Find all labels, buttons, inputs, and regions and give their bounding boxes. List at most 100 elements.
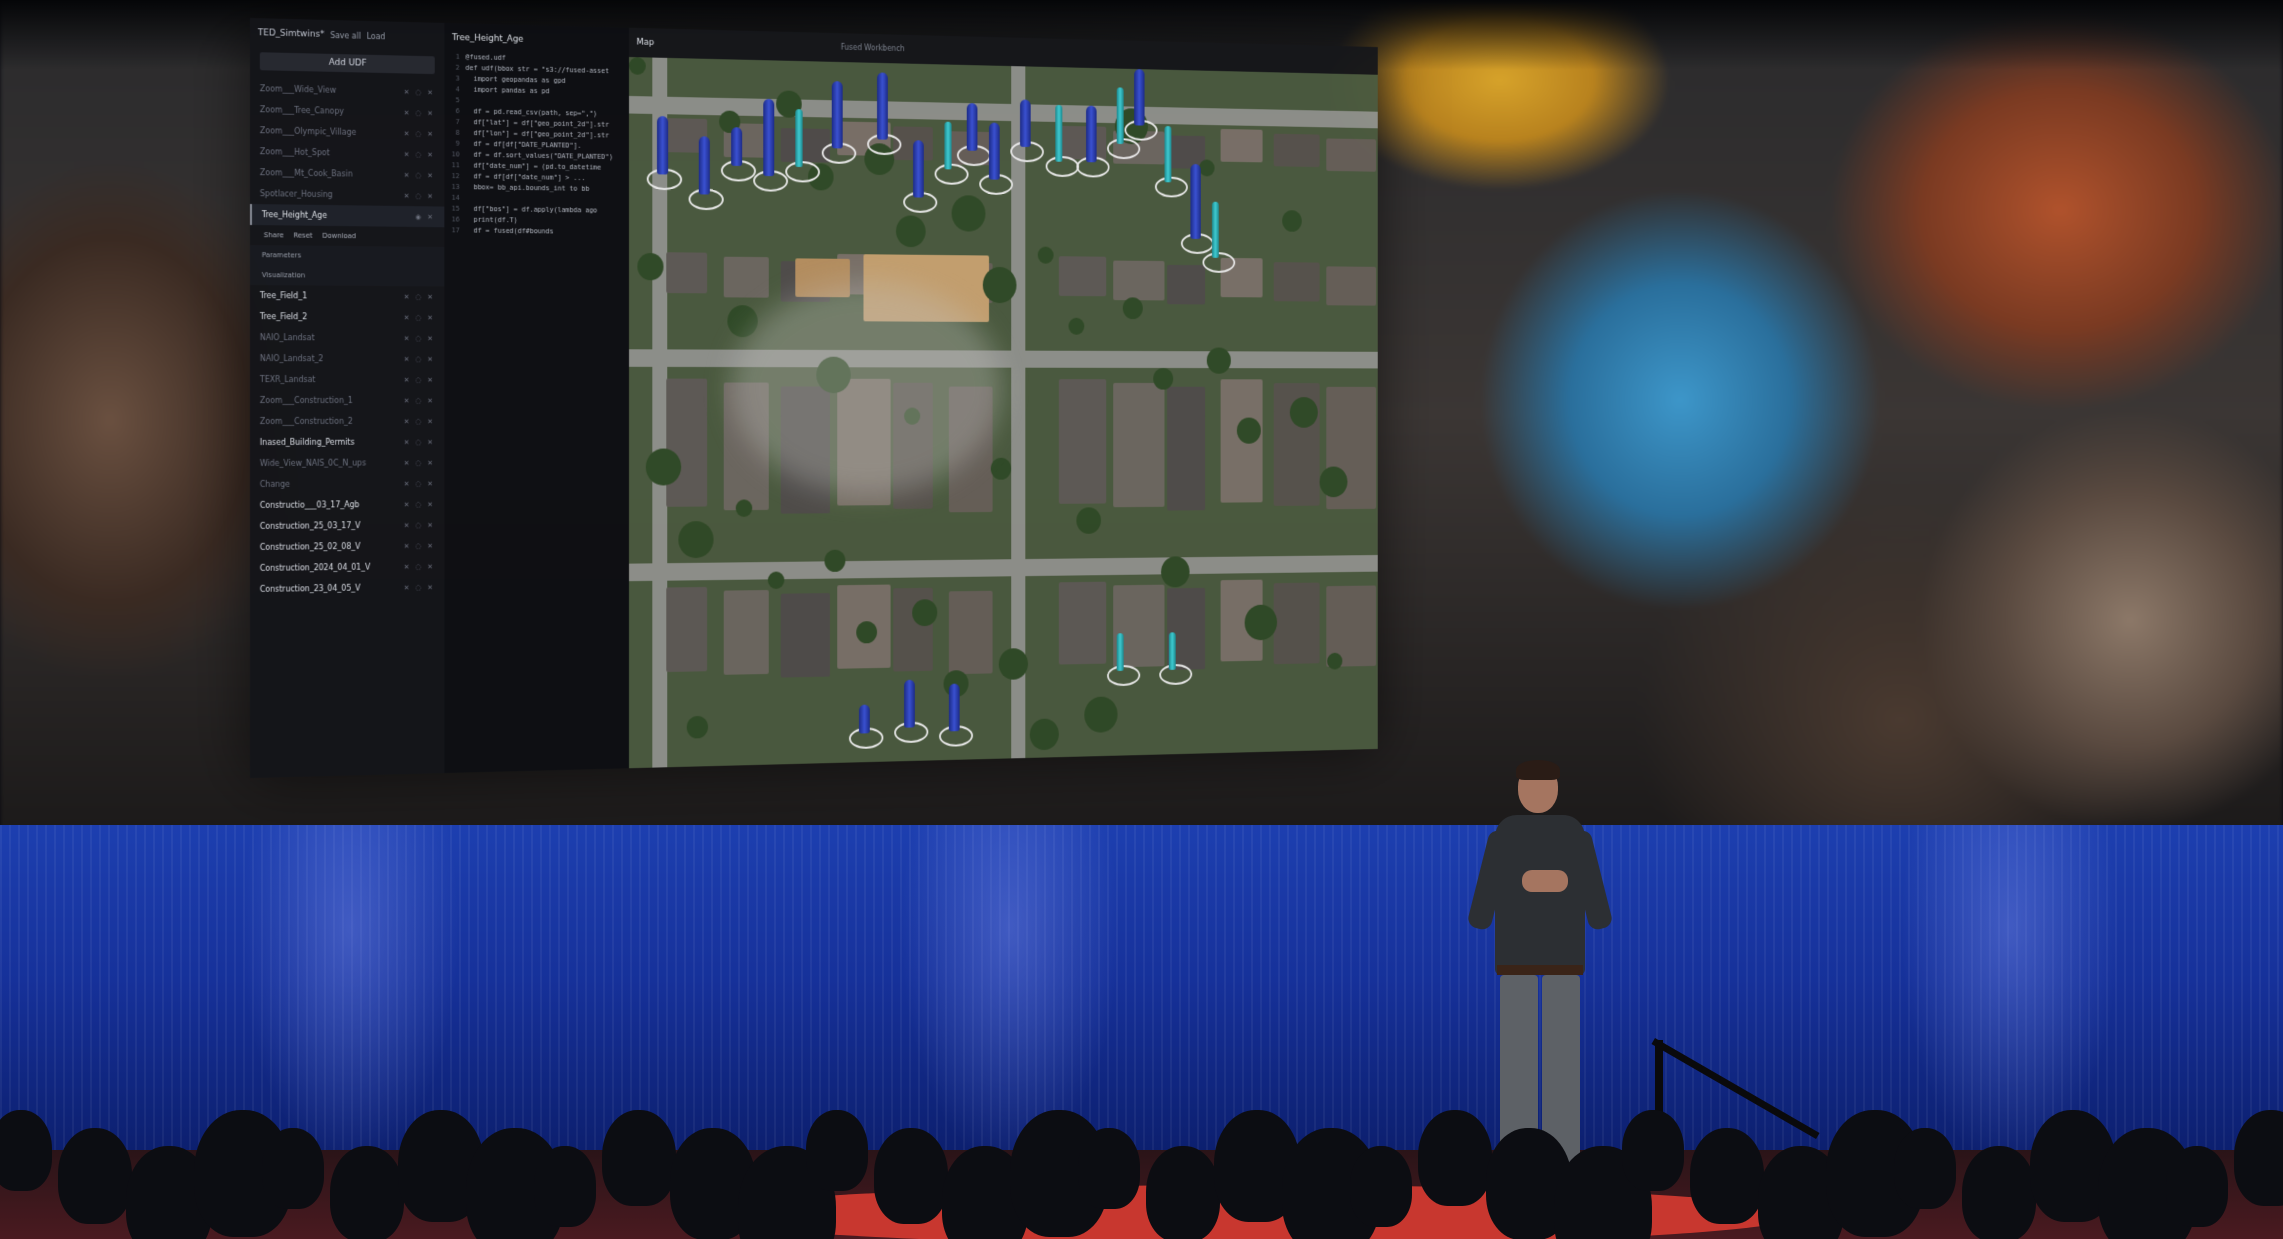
tree-height-pillar [1055, 104, 1063, 162]
tree-canopy [678, 521, 714, 559]
layer-item[interactable]: Constructio___03_17_Agb ✕ ◌ ✕ [250, 494, 444, 516]
layer-controls-icon[interactable]: ✕ ◌ ✕ [404, 355, 435, 363]
house-roof [1326, 138, 1377, 172]
tree-height-pillar [1211, 201, 1219, 258]
layer-item[interactable]: Zoom___Construction_2 ✕ ◌ ✕ [250, 411, 444, 432]
layer-item[interactable]: Spotlacer_Housing ✕ ◌ ✕ [250, 183, 444, 207]
layer-item[interactable]: Wide_View_NAIS_0C_N_ups ✕ ◌ ✕ [250, 452, 444, 474]
tree-height-pillar [763, 98, 775, 177]
layer-item[interactable]: Construction_23_04_05_V ✕ ◌ ✕ [250, 577, 444, 600]
house-roof [1273, 582, 1320, 665]
house-roof [723, 256, 769, 298]
tree-height-pillar [1116, 633, 1124, 671]
layer-controls-icon[interactable]: ✕ ◌ ✕ [404, 438, 435, 446]
house-roof [1167, 414, 1206, 511]
layer-controls-icon[interactable]: ✕ ◌ ✕ [404, 150, 435, 158]
layer-controls-icon[interactable]: ✕ ◌ ✕ [404, 521, 435, 529]
line-number: 16 [451, 215, 460, 224]
reset-button[interactable]: Reset [293, 231, 312, 239]
code-text: print(df.T) [465, 215, 518, 225]
audience-head [1418, 1110, 1492, 1207]
tree-canopy [1076, 507, 1101, 534]
layer-item[interactable]: Tree_Field_2 ✕ ◌ ✕ [250, 306, 444, 328]
layer-item[interactable]: Construction_25_03_17_V ✕ ◌ ✕ [250, 514, 444, 537]
load-button[interactable]: Load [367, 31, 386, 40]
layer-controls-icon[interactable]: ✕ ◌ ✕ [404, 542, 435, 550]
layers-top-list: Zoom___Wide_View ✕ ◌ ✕ Zoom___Tree_Canopy ✕… [250, 78, 444, 207]
audience-head [330, 1146, 404, 1239]
layer-controls-icon[interactable]: ✕ ◌ ✕ [404, 417, 435, 425]
code-editor[interactable]: Tree_Height_Age 1 @fused.udf 2 def udf(bbox… [444, 23, 630, 773]
layer-item[interactable]: NAIO_Landsat ✕ ◌ ✕ [250, 327, 444, 349]
layer-item[interactable]: TEXR_Landsat ✕ ◌ ✕ [250, 369, 444, 390]
layer-label: NAIO_Landsat [259, 333, 315, 343]
tree-canopy [824, 549, 846, 572]
layer-controls-icon[interactable]: ✕ ◌ ✕ [404, 562, 435, 570]
tree-canopy [1161, 556, 1190, 588]
projected-app-screen: TED_Simtwins* Save all Load Add UDF Zoom… [250, 18, 1378, 778]
aerial-map-view[interactable] [629, 56, 1378, 769]
tree-canopy [1206, 347, 1231, 374]
tree-canopy [629, 56, 646, 75]
house-roof [1058, 581, 1107, 665]
tree-height-pillar [966, 103, 978, 151]
line-number: 2 [455, 63, 460, 72]
code-tab-title[interactable]: Tree_Height_Age [444, 23, 629, 57]
tree-height-pillar [1190, 163, 1201, 239]
layer-label: Zoom___Construction_2 [259, 416, 353, 426]
audience-head [806, 1110, 868, 1191]
layer-item[interactable]: Construction_25_02_08_V ✕ ◌ ✕ [250, 535, 444, 558]
tree-canopy [1199, 159, 1215, 177]
layer-controls-icon[interactable]: ✕ ◌ ✕ [404, 192, 435, 200]
tree-canopy [645, 448, 682, 486]
layer-item[interactable]: Construction_2024_04_01_V ✕ ◌ ✕ [250, 556, 444, 579]
parameters-section[interactable]: Parameters [250, 245, 445, 267]
code-body: 1 @fused.udf 2 def udf(bbox str = "s3://fus… [444, 53, 629, 240]
sidebar-header: TED_Simtwins* Save all Load [250, 18, 444, 53]
line-number: 5 [455, 96, 460, 105]
save-all-button[interactable]: Save all [330, 31, 361, 41]
audience-head [602, 1110, 676, 1207]
layer-controls-icon[interactable]: ✕ ◌ ✕ [404, 459, 435, 467]
add-udf-button[interactable]: Add UDF [259, 52, 435, 75]
tree-height-pillar [831, 81, 843, 149]
layer-controls-icon[interactable]: ✕ ◌ ✕ [404, 171, 435, 179]
share-button[interactable]: Share [264, 231, 284, 239]
layer-controls-icon[interactable]: ✕ ◌ ✕ [404, 88, 435, 97]
layer-controls-icon[interactable]: ✕ ◌ ✕ [404, 479, 435, 487]
layer-controls-icon[interactable]: ✕ ◌ ✕ [404, 109, 435, 118]
layer-label: Construction_25_03_17_V [259, 521, 361, 531]
layer-controls-icon[interactable]: ✕ ◌ ✕ [404, 500, 435, 508]
tree-height-pillar [1164, 125, 1172, 183]
line-number: 7 [455, 117, 460, 126]
layer-item[interactable]: Zoom___Construction_1 ✕ ◌ ✕ [250, 390, 444, 411]
layer-controls-icon[interactable]: ✕ ◌ ✕ [404, 129, 435, 137]
layer-item[interactable]: Inased_Building_Permits ✕ ◌ ✕ [250, 432, 444, 453]
layer-item[interactable]: NAIO_Landsat_2 ✕ ◌ ✕ [250, 348, 444, 369]
layer-controls-icon[interactable]: ◉ ✕ [415, 213, 434, 221]
layer-controls-icon[interactable]: ✕ ◌ ✕ [404, 583, 435, 591]
tree-canopy [1084, 696, 1118, 733]
visualization-section[interactable]: Visualization [250, 265, 445, 287]
layer-item[interactable]: Tree_Field_1 ✕ ◌ ✕ [250, 285, 444, 307]
tree-canopy [1319, 466, 1348, 498]
map-tab-label[interactable]: Map [636, 38, 654, 48]
selected-layer-item[interactable]: Tree_Height_Age ◉ ✕ [250, 204, 445, 228]
layer-controls-icon[interactable]: ✕ ◌ ✕ [404, 313, 435, 321]
layer-controls-icon[interactable]: ✕ ◌ ✕ [404, 334, 435, 342]
layer-controls-icon[interactable]: ✕ ◌ ✕ [404, 376, 435, 384]
map-hint: Fused Workbench [840, 42, 905, 54]
audience-head [534, 1146, 596, 1227]
layer-controls-icon[interactable]: ✕ ◌ ✕ [404, 293, 435, 301]
speaker-hands [1522, 870, 1568, 892]
audience-head [262, 1128, 324, 1209]
layer-item[interactable]: Zoom___Mt_Cook_Basin ✕ ◌ ✕ [250, 162, 444, 186]
layer-label: Construction_2024_04_01_V [259, 562, 371, 573]
tree-height-pillar [948, 683, 960, 732]
download-button[interactable]: Download [322, 232, 356, 240]
audience-head [2234, 1110, 2283, 1207]
tree-canopy [1153, 367, 1174, 390]
layer-item[interactable]: Change ✕ ◌ ✕ [250, 473, 444, 495]
line-number: 1 [455, 52, 460, 61]
layer-controls-icon[interactable]: ✕ ◌ ✕ [404, 397, 435, 405]
